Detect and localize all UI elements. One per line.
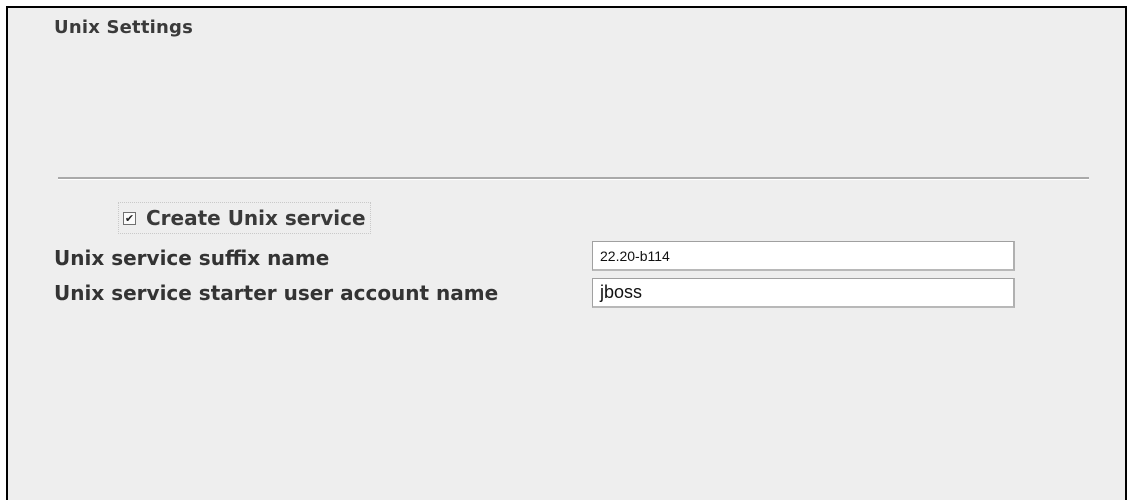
checkmark-icon: ✔ [124, 211, 135, 225]
create-unix-service-checkbox[interactable]: ✔ Create Unix service [118, 202, 371, 234]
suffix-name-label: Unix service suffix name [54, 246, 330, 270]
checkbox-box[interactable]: ✔ [123, 211, 136, 225]
account-name-input[interactable]: jboss [592, 278, 1015, 308]
separator [58, 177, 1089, 180]
suffix-name-input[interactable]: 22.20-b114 [592, 241, 1015, 271]
section-title: Unix Settings [54, 17, 194, 38]
create-unix-service-label: Create Unix service [146, 206, 366, 230]
account-name-label: Unix service starter user account name [54, 281, 499, 305]
unix-settings-panel: Unix Settings ✔ Create Unix service Unix… [6, 6, 1127, 500]
